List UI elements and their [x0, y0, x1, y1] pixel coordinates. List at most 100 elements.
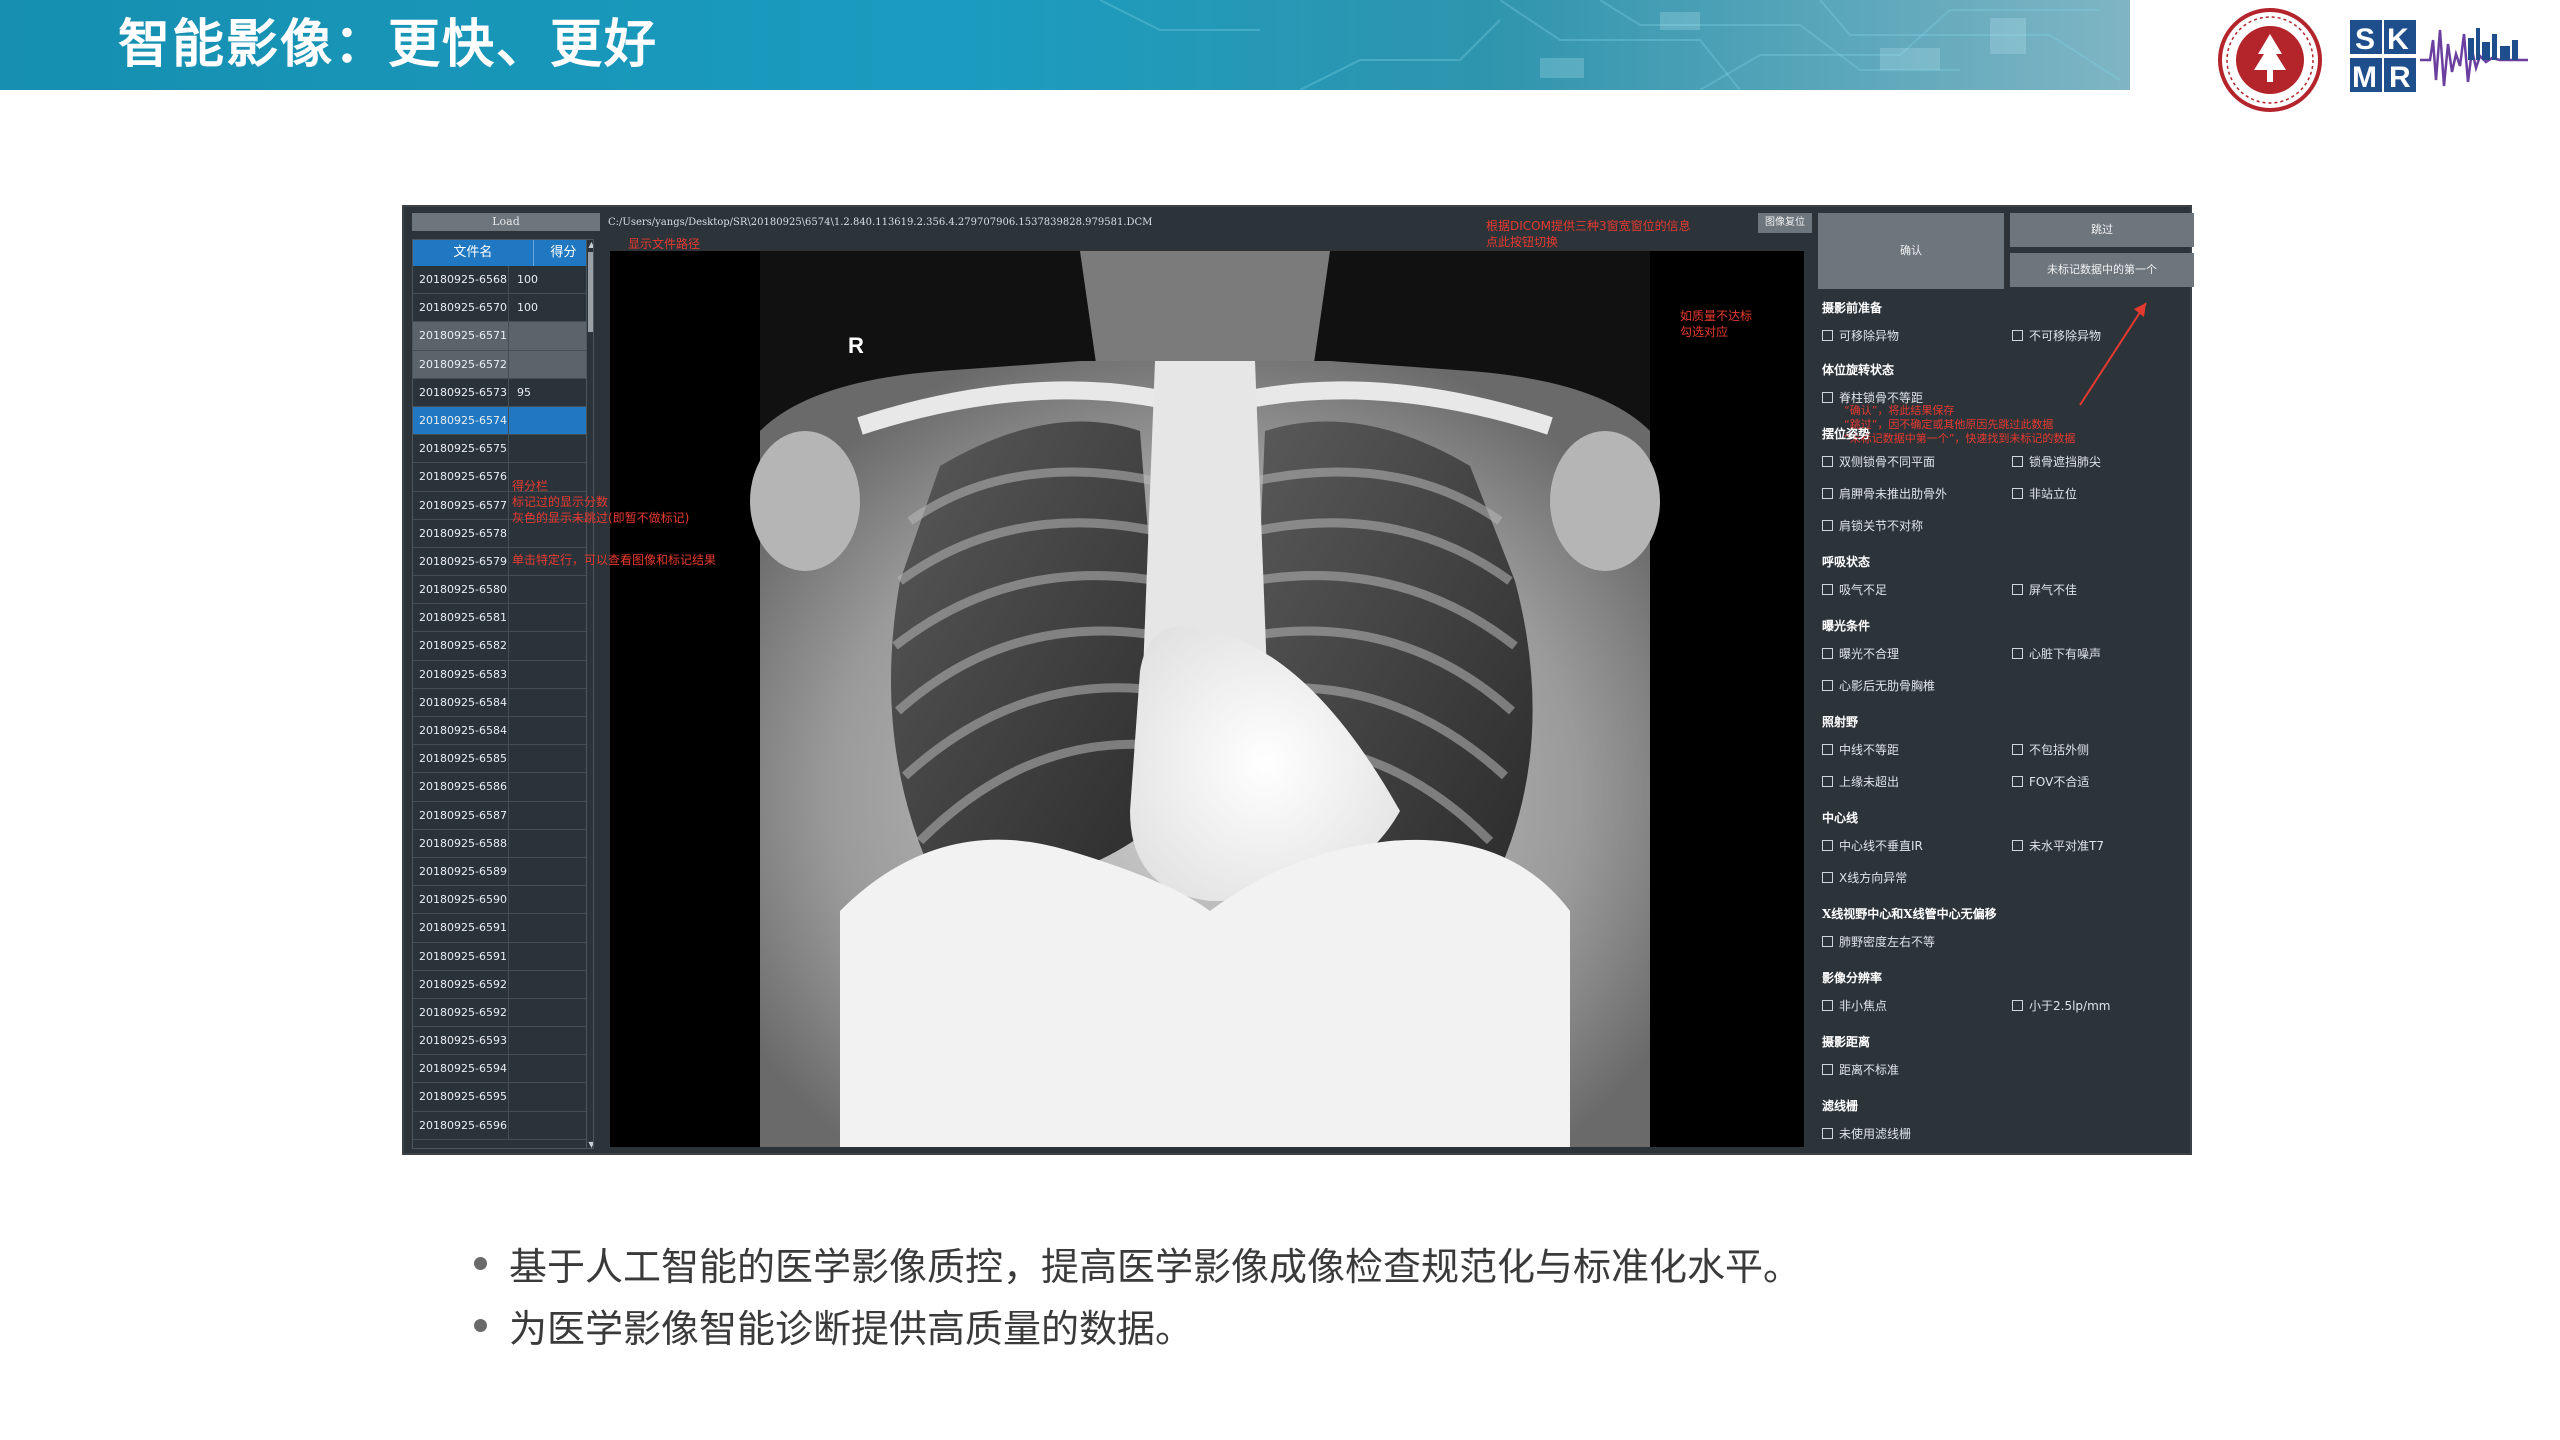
table-row[interactable]: 20180925-6592: [413, 970, 593, 999]
column-score[interactable]: 得分: [534, 240, 593, 266]
next-unlabeled-button[interactable]: 未标记数据中的第一个: [2010, 253, 2194, 287]
load-button[interactable]: Load: [412, 213, 600, 231]
row-score: [509, 943, 581, 970]
check-nonremovable-foreign[interactable]: 不可移除异物: [2012, 327, 2101, 344]
checkbox[interactable]: [2012, 1000, 2023, 1011]
table-row[interactable]: 20180925-6585: [413, 745, 593, 774]
row-score: [509, 830, 581, 857]
table-row[interactable]: 20180925-6582: [413, 632, 593, 661]
checkbox[interactable]: [1822, 1128, 1833, 1139]
section-rotation: 体位旋转状态: [1822, 363, 1895, 377]
row-filename: 20180925-6590: [413, 886, 509, 914]
table-row[interactable]: 20180925-6575: [413, 435, 593, 464]
table-row[interactable]: 20180925-6586: [413, 773, 593, 802]
skip-button[interactable]: 跳过: [2010, 213, 2194, 247]
check-exposure[interactable]: 曝光不合理: [1822, 645, 1899, 662]
check-lateral[interactable]: 不包括外侧: [2012, 741, 2089, 758]
table-row[interactable]: 20180925-6587: [413, 801, 593, 830]
table-row[interactable]: 20180925-6576: [413, 463, 593, 492]
checkbox[interactable]: [1822, 648, 1833, 659]
checkbox[interactable]: [2012, 840, 2023, 851]
table-row[interactable]: 20180925-6589: [413, 857, 593, 887]
checkbox[interactable]: [2012, 488, 2023, 499]
checkbox[interactable]: [1822, 872, 1833, 883]
table-row[interactable]: 20180925-6595: [413, 1083, 593, 1112]
check-breath-hold[interactable]: 屏气不佳: [2012, 581, 2077, 598]
check-heart-noise[interactable]: 心脏下有噪声: [2012, 645, 2101, 662]
check-midline[interactable]: 中线不等距: [1822, 741, 1899, 758]
check-distance[interactable]: 距离不标准: [1822, 1061, 1899, 1078]
table-row[interactable]: 20180925-6573 95: [413, 378, 593, 407]
scroll-down-icon[interactable]: ▼: [587, 1140, 593, 1148]
checkbox[interactable]: [1822, 584, 1833, 595]
table-row[interactable]: 20180925-6591: [413, 942, 593, 971]
check-upper-edge[interactable]: 上缘未超出: [1822, 773, 1899, 790]
table-row[interactable]: 20180925-6594: [413, 1055, 593, 1084]
table-row[interactable]: 20180925-6592: [413, 998, 593, 1028]
table-row[interactable]: 20180925-6570 100: [413, 294, 593, 323]
file-list-scrollbar[interactable]: ▲ ▼: [586, 240, 593, 1148]
checkbox[interactable]: [1822, 330, 1833, 341]
image-reset-button[interactable]: 图像复位: [1758, 213, 1812, 233]
check-lung-density[interactable]: 肺野密度左右不等: [1822, 933, 1935, 950]
checkbox[interactable]: [1822, 392, 1833, 403]
checkbox[interactable]: [1822, 520, 1833, 531]
check-clavicle-plane[interactable]: 双侧锁骨不同平面: [1822, 453, 1935, 470]
scroll-up-icon[interactable]: ▲: [587, 240, 593, 250]
bullet-dot-icon: [474, 1319, 487, 1332]
row-filename: 20180925-6591: [413, 914, 509, 942]
check-spine-clavicle[interactable]: 脊柱锁骨不等距: [1822, 389, 1923, 406]
check-ac-joint[interactable]: 肩锁关节不对称: [1822, 517, 1923, 534]
checkbox[interactable]: [2012, 744, 2023, 755]
table-row[interactable]: 20180925-6583: [413, 660, 593, 689]
check-xray-direction[interactable]: X线方向异常: [1822, 869, 1907, 886]
checkbox[interactable]: [1822, 680, 1833, 691]
table-row[interactable]: 20180925-6591: [413, 914, 593, 943]
checkbox[interactable]: [2012, 330, 2023, 341]
checkbox[interactable]: [1822, 456, 1833, 467]
checkbox[interactable]: [1822, 1000, 1833, 1011]
checkbox[interactable]: [2012, 584, 2023, 595]
table-row[interactable]: 20180925-6568 100: [413, 266, 593, 295]
checkbox[interactable]: [1822, 488, 1833, 499]
checkbox[interactable]: [1822, 744, 1833, 755]
row-filename: 20180925-6570: [413, 294, 509, 322]
check-clavicle-apex[interactable]: 锁骨遮挡肺尖: [2012, 453, 2101, 470]
table-row[interactable]: 20180925-6590: [413, 886, 593, 915]
table-row[interactable]: 20180925-6572: [413, 350, 593, 379]
column-filename[interactable]: 文件名: [413, 240, 534, 266]
check-inhalation[interactable]: 吸气不足: [1822, 581, 1887, 598]
table-row[interactable]: 20180925-6580: [413, 576, 593, 605]
check-heart-shadow[interactable]: 心影后无肋骨胸椎: [1822, 677, 1935, 694]
section-breathing: 呼吸状态: [1822, 555, 1871, 569]
checkbox[interactable]: [2012, 648, 2023, 659]
check-grid[interactable]: 未使用滤线栅: [1822, 1125, 1911, 1142]
check-removable-foreign[interactable]: 可移除异物: [1822, 327, 1899, 344]
check-t7[interactable]: 未水平对准T7: [2012, 837, 2104, 854]
checkbox[interactable]: [1822, 936, 1833, 947]
section-field: 照射野: [1822, 715, 1859, 729]
checkbox[interactable]: [2012, 456, 2023, 467]
table-row[interactable]: 20180925-6574: [413, 406, 593, 436]
table-row[interactable]: 20180925-6581: [413, 604, 593, 633]
table-row[interactable]: 20180925-6593: [413, 1027, 593, 1056]
check-fov[interactable]: FOV不合适: [2012, 773, 2089, 790]
section-resolution: 影像分辨率: [1822, 971, 1883, 985]
check-focal-spot[interactable]: 非小焦点: [1822, 997, 1887, 1014]
check-lp-mm[interactable]: 小于2.5lp/mm: [2012, 997, 2110, 1014]
check-scapula[interactable]: 肩胛骨未推出肋骨外: [1822, 485, 1947, 502]
table-row[interactable]: 20180925-6588: [413, 829, 593, 858]
checkbox[interactable]: [1822, 776, 1833, 787]
table-row[interactable]: 20180925-6571: [413, 322, 593, 351]
checkbox[interactable]: [1822, 840, 1833, 851]
check-centerline-ir[interactable]: 中心线不垂直IR: [1822, 837, 1923, 854]
scroll-thumb[interactable]: [588, 252, 593, 332]
table-row[interactable]: 20180925-6596: [413, 1111, 593, 1140]
checkbox[interactable]: [2012, 776, 2023, 787]
check-not-standing[interactable]: 非站立位: [2012, 485, 2077, 502]
table-row[interactable]: 20180925-6584: [413, 688, 593, 717]
xray-image-viewer[interactable]: R: [610, 251, 1804, 1147]
checkbox[interactable]: [1822, 1064, 1833, 1075]
table-row[interactable]: 20180925-6584: [413, 717, 593, 746]
confirm-button[interactable]: 确认: [1818, 213, 2004, 289]
